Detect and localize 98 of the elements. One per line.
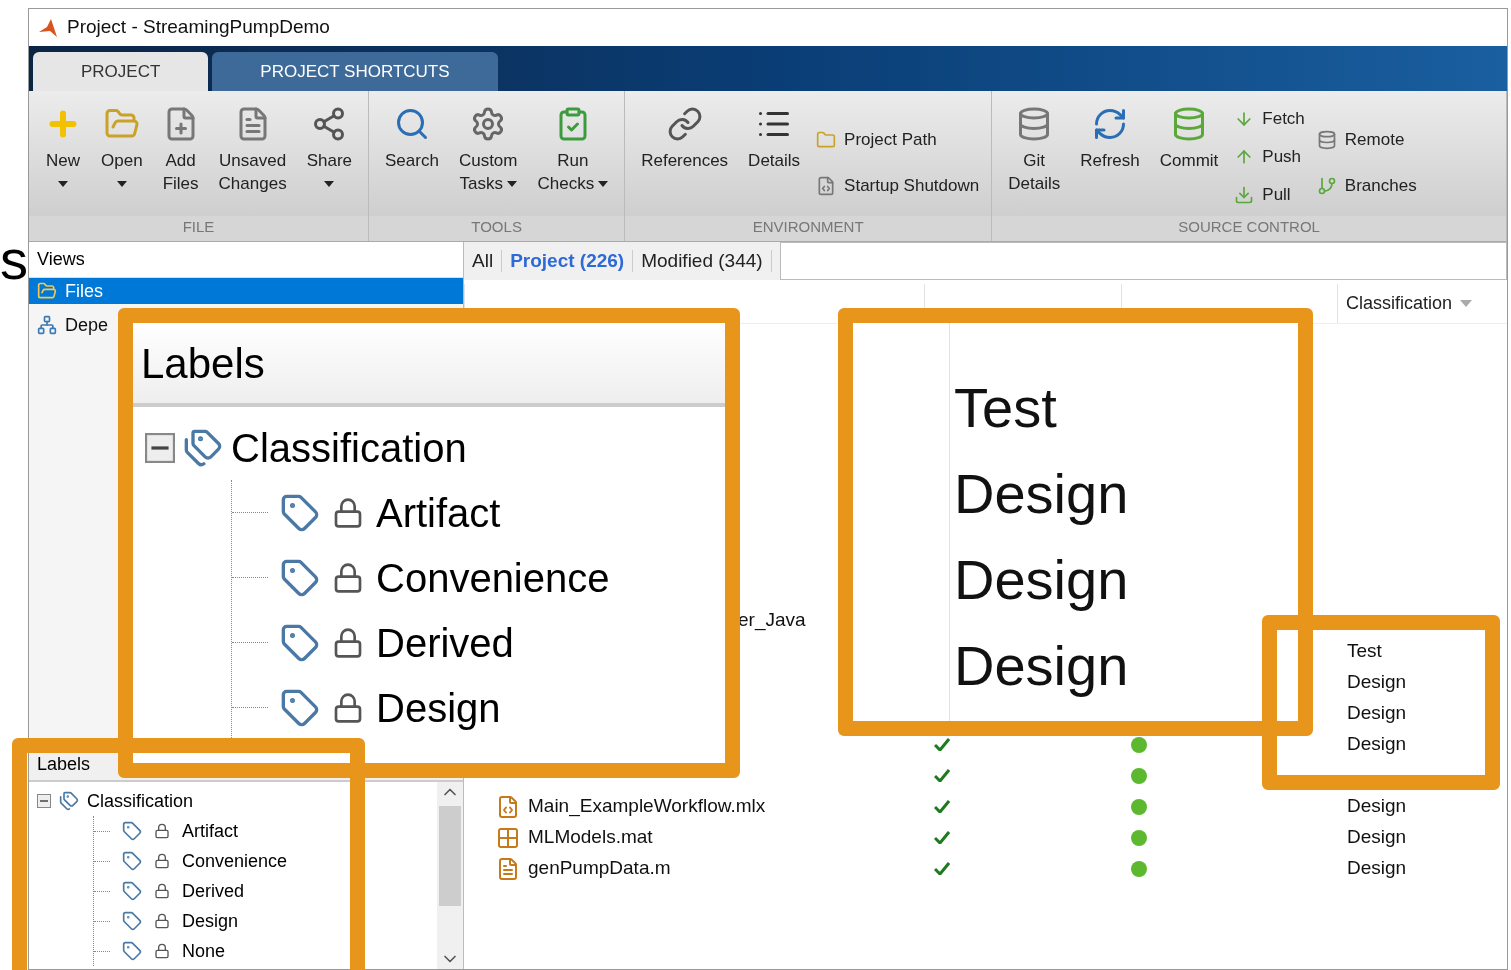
search-field[interactable] (779, 242, 1507, 280)
group-label: TOOLS (369, 216, 625, 241)
ribbon-button[interactable]: Open (93, 99, 151, 195)
tag-icon (280, 687, 320, 728)
tree-item[interactable]: Convenience (376, 547, 610, 608)
ribbon-button[interactable]: Share (298, 99, 361, 195)
ribbon-button[interactable]: Remote (1316, 122, 1417, 157)
ribbon-button[interactable]: Details (740, 99, 809, 172)
ribbon-button[interactable]: New (37, 99, 89, 195)
database-icon (1171, 106, 1207, 142)
branch-icon (1316, 175, 1337, 196)
file-name[interactable]: MLModels.mat (528, 823, 653, 852)
view-item[interactable]: Files (29, 278, 463, 304)
ribbon-button[interactable]: Search (377, 99, 447, 172)
window-title: Project - StreamingPumpDemo (67, 15, 330, 40)
classification-label: Design (1347, 857, 1407, 879)
folder-icon (37, 281, 57, 301)
tree-item[interactable]: Classification (231, 417, 467, 478)
tag-icon (280, 492, 320, 533)
scrollbar[interactable] (437, 782, 463, 969)
download-icon (1234, 184, 1255, 205)
classification-label: Design (954, 547, 1129, 613)
tag-icon (280, 622, 320, 663)
ribbon-button[interactable]: Add Files (154, 99, 207, 195)
ribbon-button[interactable]: Git Details (1000, 99, 1069, 195)
tree-item[interactable]: Design (376, 677, 501, 738)
filter-tab[interactable]: Project (226) (502, 250, 634, 272)
tree-item[interactable]: Design (182, 907, 239, 935)
file-name[interactable]: Main_ExampleWorkflow.mlx (528, 792, 766, 821)
tree-item[interactable]: Derived (182, 877, 245, 905)
file-icon (496, 825, 520, 850)
tag-icon (122, 851, 142, 871)
group-label: FILE (29, 216, 369, 241)
ribbon-tab[interactable]: PROJECT SHORTCUTS (212, 52, 498, 91)
sort-icon (1460, 300, 1473, 307)
ribbon-button[interactable]: Fetch (1234, 101, 1305, 136)
lock-icon (154, 913, 170, 929)
lock-icon (332, 496, 364, 529)
file-icon (496, 856, 520, 881)
collapse-toggle[interactable] (145, 432, 175, 463)
lock-icon (154, 883, 170, 899)
lock-icon (154, 943, 170, 959)
collapse-toggle[interactable] (37, 794, 51, 808)
ribbon-button[interactable]: Push (1234, 139, 1305, 174)
ribbon-button[interactable]: Unsaved Changes (210, 99, 295, 195)
classification-label: Test (1347, 640, 1382, 662)
tag-icon (122, 941, 142, 961)
tags-icon (59, 791, 79, 811)
lock-icon (154, 823, 170, 839)
tag-icon (280, 557, 320, 598)
classification-label: Design (1347, 671, 1407, 693)
column-header[interactable]: Classification (1346, 290, 1473, 317)
ribbon-button[interactable]: Branches (1316, 168, 1417, 203)
view-item[interactable]: Depe (29, 312, 117, 338)
classification-label: Design (1347, 795, 1407, 817)
lock-icon (332, 626, 364, 659)
ribbon-button[interactable]: Run Checks (529, 99, 617, 195)
ribbon-button[interactable]: Startup Shutdown (816, 168, 980, 203)
group-label: ENVIRONMENT (625, 216, 992, 241)
tree-item[interactable]: Convenience (182, 847, 288, 875)
classification-label: Design (1347, 733, 1407, 755)
file-icon (496, 794, 520, 819)
file-name[interactable]: genPumpData.m (528, 854, 671, 883)
ribbon-button[interactable]: Pull (1234, 177, 1305, 212)
tags-icon (183, 427, 223, 468)
ribbon-button[interactable]: Commit (1151, 99, 1227, 172)
ribbon-tab[interactable]: PROJECT (33, 52, 209, 91)
edge-letter: s (0, 232, 28, 288)
tree-item[interactable]: Classification (87, 787, 194, 815)
tree-item[interactable]: Artifact (182, 817, 238, 845)
classification-label: Design (954, 461, 1129, 527)
folder-icon (816, 129, 837, 150)
classification-label: Test (954, 375, 1058, 441)
tag-icon (122, 881, 142, 901)
ribbon-button[interactable]: Project Path (816, 122, 980, 157)
lock-icon (332, 561, 364, 594)
database-icon (1316, 129, 1337, 150)
ribbon-button[interactable]: Custom Tasks (450, 99, 526, 195)
classification-label: Design (1347, 826, 1407, 848)
ribbon-button[interactable]: References (633, 99, 737, 172)
tag-icon (122, 821, 142, 841)
group-label: SOURCE CONTROL (992, 216, 1506, 241)
link-icon (666, 106, 703, 142)
filter-tab[interactable]: All (464, 250, 503, 272)
classification-label: Design (1347, 702, 1407, 724)
lock-icon (154, 853, 170, 869)
ribbon-button[interactable]: Refresh (1072, 99, 1148, 172)
script-icon (816, 175, 837, 196)
tree-item[interactable]: None (182, 937, 226, 965)
lock-icon (332, 691, 364, 724)
filter-tab[interactable]: Modified (344) (633, 250, 772, 272)
tag-icon (122, 911, 142, 931)
tree-item[interactable]: Derived (376, 612, 514, 673)
file-name[interactable]: er_Java (738, 606, 806, 635)
tree-item[interactable]: Artifact (376, 482, 501, 543)
panel-header: Views (29, 242, 463, 278)
graph-icon (37, 315, 57, 335)
classification-label: Design (954, 633, 1129, 699)
